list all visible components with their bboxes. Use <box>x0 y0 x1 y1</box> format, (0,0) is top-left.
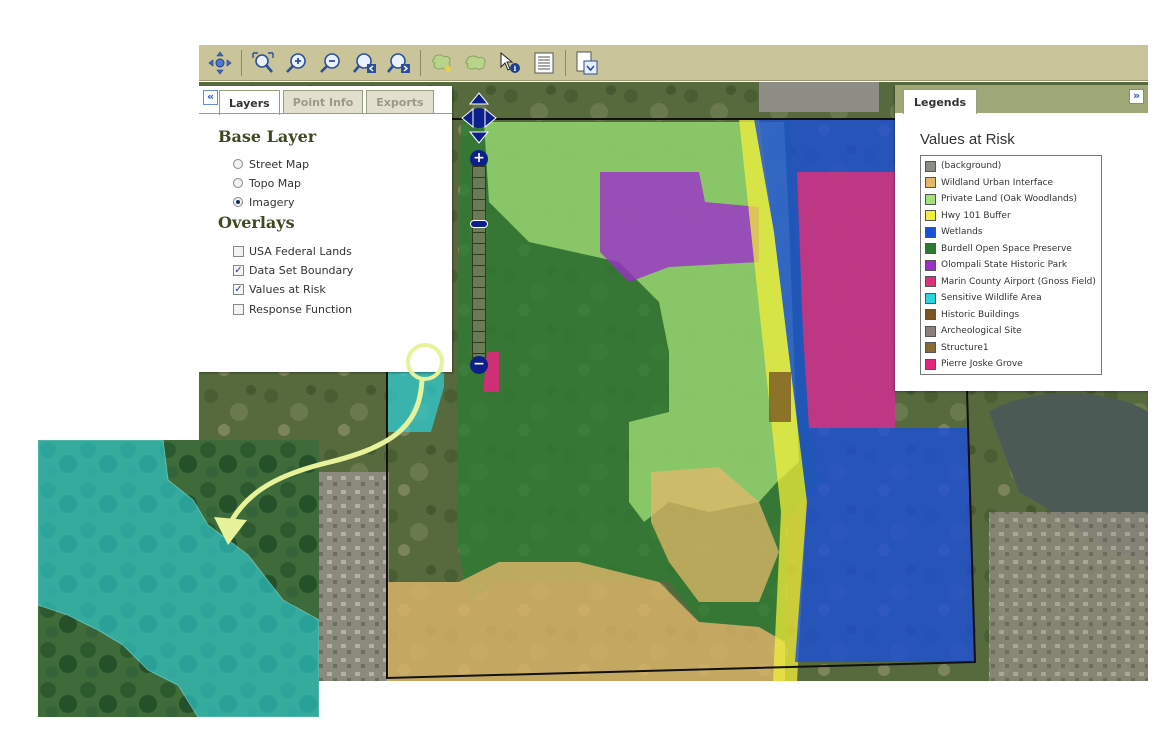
callout-arrow <box>214 343 444 545</box>
